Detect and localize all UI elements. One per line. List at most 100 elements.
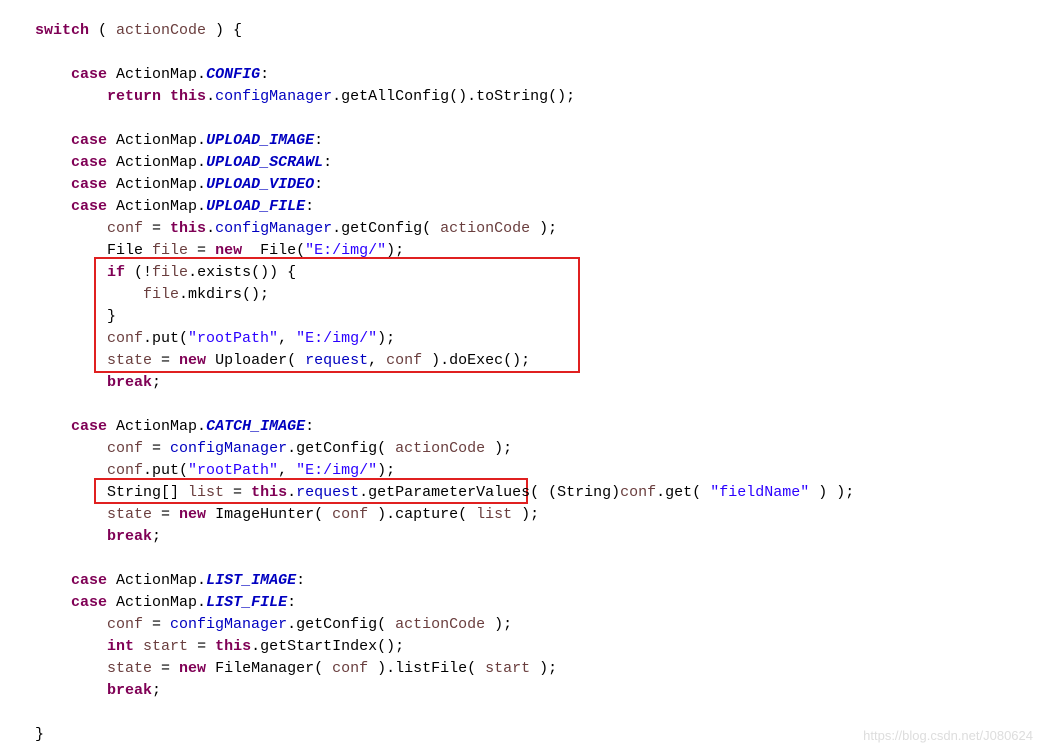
text: .getAllConfig().toString(); (332, 88, 575, 105)
text: ); (386, 242, 404, 259)
text: ActionMap. (107, 66, 206, 83)
text: ActionMap. (107, 572, 206, 589)
kw-new: new (179, 660, 206, 677)
kw-case: case (71, 132, 107, 149)
text: ) { (206, 22, 242, 39)
field-request: request (296, 484, 359, 501)
text: ActionMap. (107, 198, 206, 215)
text: = (152, 352, 179, 369)
text: ActionMap. (107, 176, 206, 193)
kw-return: return (107, 88, 161, 105)
var-file: file (143, 286, 179, 303)
kw-break: break (107, 374, 152, 391)
var-start: start (485, 660, 530, 677)
text: } (35, 726, 44, 743)
const-catch-image: CATCH_IMAGE (206, 418, 305, 435)
text: .getConfig( (332, 220, 440, 237)
text: ); (485, 616, 512, 633)
text: ActionMap. (107, 594, 206, 611)
text: ( (89, 22, 116, 39)
kw-case: case (71, 154, 107, 171)
text: (! (125, 264, 152, 281)
text: : (314, 132, 323, 149)
text: : (305, 198, 314, 215)
const-config: CONFIG (206, 66, 260, 83)
text: .getParameterValues( (String) (359, 484, 620, 501)
var-actionCode: actionCode (440, 220, 530, 237)
str-path: "E:/img/" (296, 462, 377, 479)
text: ).capture( (368, 506, 476, 523)
text: ; (152, 528, 161, 545)
text: Uploader( (206, 352, 305, 369)
text: = (224, 484, 251, 501)
text: ActionMap. (107, 418, 206, 435)
text: ActionMap. (107, 132, 206, 149)
const-upload-scrawl: UPLOAD_SCRAWL (206, 154, 323, 171)
text: = (188, 242, 215, 259)
var-conf: conf (107, 330, 143, 347)
var-start: start (143, 638, 188, 655)
var-conf: conf (107, 462, 143, 479)
text: .exists()) { (188, 264, 296, 281)
var-file: file (152, 242, 188, 259)
text: File (107, 242, 152, 259)
var-conf: conf (332, 660, 368, 677)
var-file: file (152, 264, 188, 281)
text: : (296, 572, 305, 589)
text: : (260, 66, 269, 83)
text: . (287, 484, 296, 501)
kw-switch: switch (35, 22, 89, 39)
field-configmanager: configManager (170, 616, 287, 633)
text: = (188, 638, 215, 655)
kw-this: this (170, 220, 206, 237)
text: = (143, 220, 170, 237)
const-list-file: LIST_FILE (206, 594, 287, 611)
text: .get( (656, 484, 710, 501)
text: = (143, 440, 170, 457)
var-actionCode: actionCode (395, 616, 485, 633)
var-state: state (107, 352, 152, 369)
var-conf: conf (107, 440, 143, 457)
code-block: switch ( actionCode ) { case ActionMap.C… (35, 20, 1045, 746)
field-configmanager: configManager (215, 220, 332, 237)
var-list: list (476, 506, 512, 523)
kw-case: case (71, 66, 107, 83)
text: . (206, 88, 215, 105)
text: : (305, 418, 314, 435)
text: ; (152, 682, 161, 699)
kw-this: this (170, 88, 206, 105)
text (134, 638, 143, 655)
var-list: list (188, 484, 224, 501)
kw-case: case (71, 176, 107, 193)
kw-case: case (71, 572, 107, 589)
var-actionCode: actionCode (395, 440, 485, 457)
var-state: state (107, 506, 152, 523)
text: ); (377, 330, 395, 347)
str-fieldname: "fieldName" (710, 484, 809, 501)
text: ); (530, 220, 557, 237)
text: .getStartIndex(); (251, 638, 404, 655)
text: ; (152, 374, 161, 391)
const-upload-image: UPLOAD_IMAGE (206, 132, 314, 149)
text: ).doExec(); (422, 352, 530, 369)
text: ImageHunter( (206, 506, 332, 523)
text: .getConfig( (287, 616, 395, 633)
text: .getConfig( (287, 440, 395, 457)
var-conf: conf (386, 352, 422, 369)
text: .mkdirs(); (179, 286, 269, 303)
const-upload-video: UPLOAD_VIDEO (206, 176, 314, 193)
text: . (206, 220, 215, 237)
kw-this: this (215, 638, 251, 655)
kw-case: case (71, 418, 107, 435)
var-conf: conf (620, 484, 656, 501)
text: : (287, 594, 296, 611)
kw-case: case (71, 594, 107, 611)
text: .put( (143, 462, 188, 479)
kw-new: new (179, 352, 206, 369)
text: File( (242, 242, 305, 259)
text: = (152, 660, 179, 677)
kw-this: this (251, 484, 287, 501)
var-conf: conf (107, 220, 143, 237)
text: FileManager( (206, 660, 332, 677)
text: } (107, 308, 116, 325)
